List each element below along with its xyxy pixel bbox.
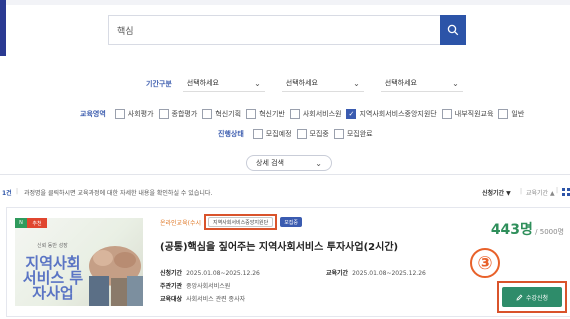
result-count: 1건 xyxy=(2,190,12,197)
target: 교육대상 사회서비스 관련 종사자 xyxy=(160,294,245,303)
course-thumbnail[interactable]: N 추천 신뢰 동반 성장 지역사회 서비스 투자사업 xyxy=(15,218,143,306)
checkbox[interactable] xyxy=(289,109,300,119)
period-select-2-value: 선택하세요 xyxy=(285,79,318,87)
checkbox[interactable] xyxy=(158,109,169,119)
period-label: 기간구분 xyxy=(146,79,172,88)
organizer: 주관기관 중앙사회서비스원 xyxy=(160,281,230,290)
search-input[interactable] xyxy=(117,16,437,44)
search-icon xyxy=(447,24,459,36)
recommend-badge: 추천 xyxy=(27,218,47,228)
checkbox[interactable] xyxy=(333,129,344,139)
apply-label: 수강신청 xyxy=(525,294,549,302)
thumb-subtitle: 신뢰 동반 성장 xyxy=(37,243,68,249)
progress-status-label: 진행상태 xyxy=(218,130,244,138)
option-label: 지역사회서비스중앙지원단 xyxy=(359,110,437,118)
thumb-title: 지역사회 서비스 투자사업 xyxy=(22,254,84,302)
enrolled-number: 443명 xyxy=(490,222,533,238)
chevron-down-icon: ⌄ xyxy=(452,78,459,88)
progress-status-row: 진행상태 모집예정 모집중 모집완료 xyxy=(218,128,378,140)
option-label: 종합평가 xyxy=(171,110,198,118)
sort-apply-period[interactable]: 신청기간 ▼ xyxy=(482,188,511,197)
education-area-option[interactable]: 혁신기반 xyxy=(246,109,285,119)
checkbox[interactable] xyxy=(441,109,452,119)
checkbox[interactable] xyxy=(246,109,257,119)
apply-period: 신청기간 2025.01.08~2025.12.26 xyxy=(160,268,260,277)
option-label: 모집중 xyxy=(309,130,329,138)
edu-period-value: 2025.01.08~2025.12.26 xyxy=(352,270,426,277)
divider xyxy=(0,174,570,175)
detail-search-button[interactable]: 상세 검색 ⌄ xyxy=(246,155,332,171)
apply-period-value: 2025.01.08~2025.12.26 xyxy=(186,270,260,277)
organizer-label: 주관기관 xyxy=(160,283,183,290)
chevron-down-icon: ⌄ xyxy=(254,78,261,88)
period-select-2[interactable]: 선택하세요 ⌄ xyxy=(281,75,364,92)
education-area-row: 교육영역 사회평가 종합평가 혁신기획 혁신기반 사회서비스원 ✓ 지역사회서비스… xyxy=(80,108,529,120)
checkbox[interactable] xyxy=(202,109,213,119)
area-tag: 지역사회서비스중앙지원단 xyxy=(207,217,274,227)
chevron-down-icon: ⌄ xyxy=(315,158,322,168)
option-label: 혁신기획 xyxy=(215,110,242,118)
separator: | xyxy=(556,187,559,194)
apply-button[interactable]: 수강신청 xyxy=(502,287,562,307)
enrollment-count: 443명 / 5000명 xyxy=(491,219,564,239)
search-button[interactable] xyxy=(440,15,466,45)
option-label: 모집예정 xyxy=(265,130,292,138)
edu-period: 교육기간 2025.01.08~2025.12.26 xyxy=(326,268,426,277)
sort-edu-period[interactable]: 교육기간 ▲ xyxy=(526,188,555,197)
period-select-3-value: 선택하세요 xyxy=(384,79,417,87)
new-badge: N xyxy=(15,218,27,228)
result-notice: 과정명을 클릭하시면 교육과정에 대한 자세한 내용을 확인하실 수 있습니다. xyxy=(24,190,213,197)
results-bar: 1건 | 과정명을 클릭하시면 교육과정에 대한 자세한 내용을 확인하실 수 … xyxy=(0,186,570,200)
course-title[interactable]: (공통)핵심을 짚어주는 지역사회서비스 투자사업(2시간) xyxy=(160,238,398,253)
separator: | xyxy=(16,188,19,195)
period-select-1-value: 선택하세요 xyxy=(186,79,219,87)
edu-period-label: 교육기간 xyxy=(326,270,349,277)
progress-status-option[interactable]: 모집중 xyxy=(296,129,329,139)
course-tags: 온라인교육(수시 지역사회서비스중앙지원단 모집중 xyxy=(160,214,302,230)
option-label: 사회평가 xyxy=(127,110,154,118)
detail-search-label: 상세 검색 xyxy=(256,159,284,167)
education-area-option[interactable]: 종합평가 xyxy=(158,109,198,119)
option-label: 내부직원교육 xyxy=(454,110,494,118)
area-tag-highlight: 지역사회서비스중앙지원단 xyxy=(203,214,278,230)
education-area-option[interactable]: 일반 xyxy=(498,109,524,119)
period-select-3[interactable]: 선택하세요 ⌄ xyxy=(380,75,463,92)
education-area-option[interactable]: 내부직원교육 xyxy=(441,109,494,119)
checkbox[interactable] xyxy=(252,129,263,139)
education-area-label: 교육영역 xyxy=(80,110,106,118)
checkbox[interactable] xyxy=(114,109,125,119)
education-area-option[interactable]: ✓ 지역사회서비스중앙지원단 xyxy=(346,109,437,119)
option-label: 혁신기반 xyxy=(259,110,285,118)
hands-illustration xyxy=(89,246,143,306)
target-label: 교육대상 xyxy=(160,296,183,303)
step-callout-badge: ③ xyxy=(470,248,500,278)
capacity: / 5000명 xyxy=(535,228,564,236)
checkbox[interactable] xyxy=(498,109,509,119)
apply-button-highlight: 수강신청 xyxy=(497,281,567,313)
option-label: 일반 xyxy=(511,110,525,118)
chevron-down-icon: ⌄ xyxy=(353,78,360,88)
progress-status-option[interactable]: 모집완료 xyxy=(333,129,373,139)
option-label: 사회서비스원 xyxy=(302,110,342,118)
target-value: 사회서비스 관련 종사자 xyxy=(186,296,246,303)
status-tag: 모집중 xyxy=(280,217,302,227)
education-area-option[interactable]: 혁신기획 xyxy=(202,109,241,119)
education-area-option[interactable]: 사회서비스원 xyxy=(289,109,342,119)
education-area-option[interactable]: 사회평가 xyxy=(114,109,154,119)
grid-view-icon[interactable] xyxy=(562,188,570,196)
pencil-icon xyxy=(516,294,523,301)
search-box[interactable] xyxy=(108,15,466,45)
period-row: 기간구분 선택하세요 ⌄ 선택하세요 ⌄ 선택하세요 ⌄ xyxy=(146,75,463,92)
separator: | xyxy=(520,188,523,195)
progress-status-option[interactable]: 모집예정 xyxy=(252,129,292,139)
left-accent-bar xyxy=(0,0,6,56)
checkbox-checked[interactable]: ✓ xyxy=(346,109,357,119)
course-category: 온라인교육(수시 xyxy=(160,219,201,227)
apply-period-label: 신청기간 xyxy=(160,270,183,277)
checkbox[interactable] xyxy=(296,129,307,139)
organizer-value: 중앙사회서비스원 xyxy=(186,283,231,290)
top-strip xyxy=(0,0,570,5)
option-label: 모집완료 xyxy=(346,130,373,138)
period-select-1[interactable]: 선택하세요 ⌄ xyxy=(182,75,265,92)
